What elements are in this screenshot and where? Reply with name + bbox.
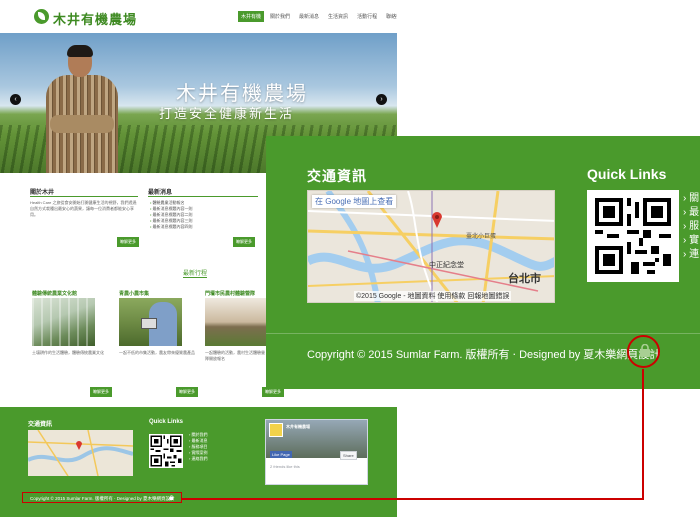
traffic-info-title: 交通資訊 xyxy=(307,168,367,184)
main-nav: 木井有機 關於我們 最新消息 生活資訊 活動行程 聯絡我們 xyxy=(238,11,397,22)
facebook-share-button[interactable]: Share xyxy=(340,451,357,460)
facebook-like-button[interactable]: Like Page xyxy=(270,451,292,458)
google-map[interactable]: 在 Google 地圖上查看 臺北小巨蛋 中正紀念堂 台北市 ©2015 Goo… xyxy=(307,190,555,303)
slider-prev-icon[interactable]: ‹ xyxy=(10,94,21,105)
nav-item-home[interactable]: 木井有機 xyxy=(238,11,265,22)
activities-heading-link[interactable]: 最新行程 xyxy=(183,268,208,278)
qr-code-icon xyxy=(587,190,679,282)
activity-text: 一起體驗的活動，農村生活體驗營隊開放報名 xyxy=(205,350,265,361)
about-text: Health Care 之旅從食安開始打開健康生活的視野，我們透過自然方式栽種出… xyxy=(30,200,137,217)
quick-link[interactable]: 連 xyxy=(683,248,699,262)
footer-links: 關於我們 最新消息 服務項目 實際案例 連絡我們 xyxy=(189,432,207,462)
nav-item-life[interactable]: 生活資訊 xyxy=(325,11,351,22)
news-more-button[interactable]: 瞭解更多 xyxy=(233,237,255,247)
greenhouse-image[interactable] xyxy=(32,298,95,346)
map-label: 中正紀念堂 xyxy=(429,262,464,269)
map-attribution[interactable]: ©2015 Google - 地圖資料 使用條款 回報地圖錯誤 xyxy=(354,291,512,301)
activity-title[interactable]: 體驗傳統農業文化館 xyxy=(32,290,77,297)
activity-more-button[interactable]: 瞭解更多 xyxy=(176,387,198,397)
leaf-logo-icon[interactable] xyxy=(34,9,49,24)
footer-qr-code-icon xyxy=(149,434,183,468)
farmer-photo xyxy=(40,45,124,173)
farm-camp-image[interactable] xyxy=(205,298,268,346)
about-title: 關於木井 xyxy=(30,190,55,196)
activity-title[interactable]: 門壇市民農村體驗營隊 xyxy=(205,290,255,297)
news-item[interactable]: 最新消息標題內容四則 xyxy=(150,224,193,230)
about-more-button[interactable]: 瞭解更多 xyxy=(117,237,139,247)
connector-line xyxy=(182,498,644,500)
connector-line xyxy=(642,369,644,500)
copyright-text: Copyright © 2015 Sumlar Farm. 版權所有 ‧ Des… xyxy=(307,349,661,361)
site-logo-text[interactable]: 木井有機農場 xyxy=(53,9,137,28)
facebook-avatar xyxy=(269,423,283,437)
copyright-highlight-box xyxy=(22,492,182,503)
facebook-page-widget[interactable]: 木井有機農場 Like Page Share 2 friends like th… xyxy=(265,419,368,485)
map-label: 臺北小巨蛋 xyxy=(466,234,497,240)
activity-more-button[interactable]: 瞭解更多 xyxy=(90,387,112,397)
facebook-page-name[interactable]: 木井有機農場 xyxy=(286,424,310,430)
hero-subtitle: 打造安全健康新生活 xyxy=(159,106,295,121)
footer-links-title: Quick Links xyxy=(149,419,184,425)
quick-link[interactable]: 實 xyxy=(683,234,699,248)
footer-zoom-panel: 交通資訊 Quick Links 在 Google 地圖上查看 臺北小巨蛋 中正… xyxy=(266,136,700,389)
activity-text: 一起不低的市集活動，農友帶來優質農產品 xyxy=(119,350,195,355)
quick-link[interactable]: 關 xyxy=(683,192,699,206)
map-city-label: 台北市 xyxy=(508,273,541,285)
activity-text: 土壤耕作的生活體驗，體驗傳統農業文化 xyxy=(32,350,104,355)
quick-links-list: 關 最 服 實 連 xyxy=(683,192,699,262)
footer-link[interactable]: 連絡我們 xyxy=(189,456,207,462)
activity-title[interactable]: 青農小農市集 xyxy=(119,290,149,297)
quick-links-title: Quick Links xyxy=(587,166,667,182)
footer-divider xyxy=(266,333,700,334)
nav-item-events[interactable]: 活動行程 xyxy=(354,11,380,22)
nav-item-contact[interactable]: 聯絡我們 xyxy=(383,11,397,22)
market-image[interactable] xyxy=(119,298,182,346)
slider-next-icon[interactable]: › xyxy=(376,94,387,105)
hero-title: 木井有機農場 xyxy=(176,83,308,105)
footer-map[interactable] xyxy=(28,430,133,476)
facebook-friends-text: 2 friends like this xyxy=(270,464,300,469)
nav-item-about[interactable]: 關於我們 xyxy=(267,11,293,22)
news-divider xyxy=(148,196,258,197)
nav-item-news[interactable]: 最新消息 xyxy=(296,11,322,22)
news-title: 最新消息 xyxy=(148,190,173,196)
quick-link[interactable]: 最 xyxy=(683,206,699,220)
lock-highlight-circle xyxy=(627,335,660,368)
about-divider xyxy=(30,196,138,197)
site-header: 木井有機農場 木井有機 關於我們 最新消息 生活資訊 活動行程 聯絡我們 xyxy=(0,0,397,33)
footer-traffic-title: 交通資訊 xyxy=(28,422,53,428)
quick-link[interactable]: 服 xyxy=(683,220,699,234)
news-list: 體驗農業活動報名 最新消息標題內容一則 最新消息標題內容二則 最新消息標題內容三… xyxy=(150,200,193,230)
view-on-google-maps-link[interactable]: 在 Google 地圖上查看 xyxy=(312,195,397,208)
